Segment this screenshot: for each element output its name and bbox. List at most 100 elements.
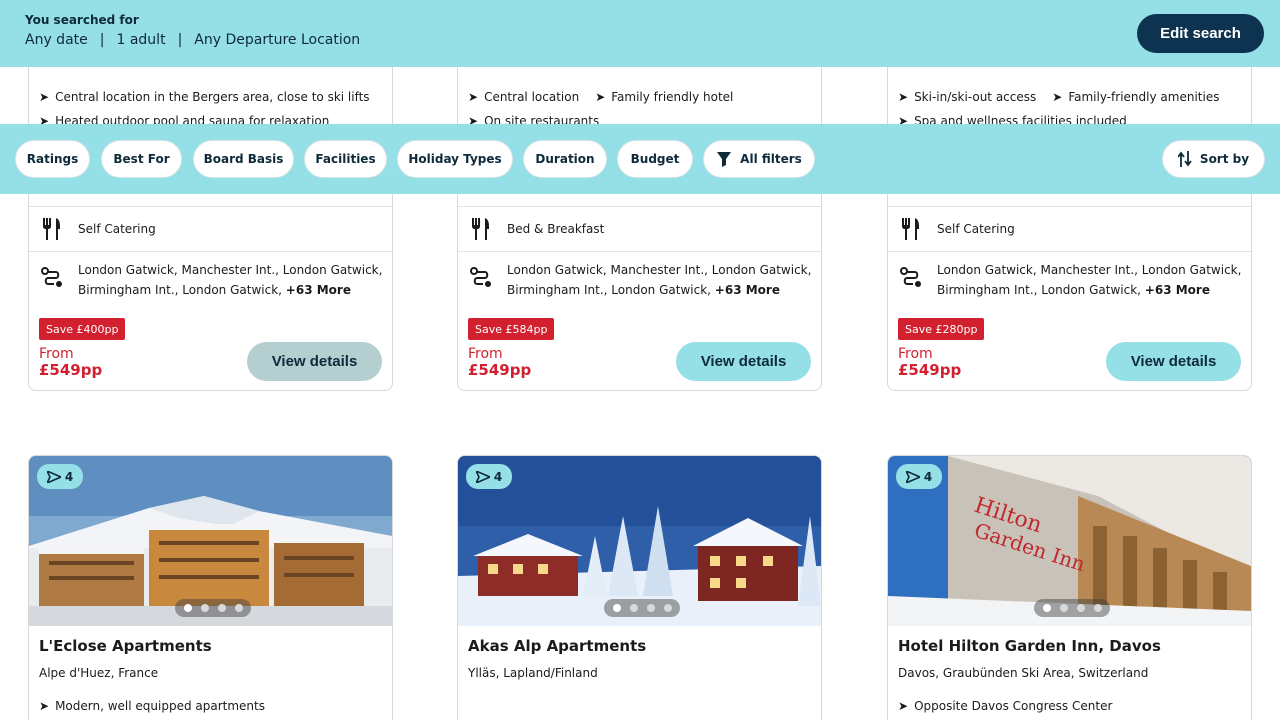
board-basis-row: Bed & Breakfast [458,206,821,251]
airports-text: London Gatwick, Manchester Int., London … [937,263,1242,277]
arrow-bullet-icon: ➤ [898,699,909,713]
hotel-photo[interactable]: 4 [458,456,821,626]
search-travellers: 1 adult [116,32,166,48]
carousel-dot[interactable] [1059,604,1068,612]
hotel-name[interactable]: L'Eclose Apartments [39,637,212,655]
board-basis-text: Bed & Breakfast [507,222,605,236]
board-basis-row: Self Catering [29,206,392,251]
filter-chip-duration[interactable]: Duration [523,140,607,178]
airports-text: London Gatwick, Manchester Int., London … [507,263,812,277]
view-details-button[interactable]: View details [676,342,811,381]
more-airports-link[interactable]: +63 More [715,283,780,297]
highlight-item: ➤ Opposite Davos Congress Center [898,699,1113,713]
highlight-item: ➤ Family friendly hotel [595,90,734,104]
carousel-dots[interactable] [175,599,251,617]
hotel-card: ➤ Ski-in/ski-out access ➤ Family-friendly … [887,40,1252,391]
save-badge: Save £280pp [898,318,985,340]
hotel-name[interactable]: Hotel Hilton Garden Inn, Davos [898,637,1161,655]
filter-chip-budget[interactable]: Budget [617,140,693,178]
filter-bar: Ratings Best For Board Basis Facilities … [0,124,1280,194]
filter-chip-facilities[interactable]: Facilities [304,140,387,178]
more-airports-link[interactable]: +63 More [1145,283,1210,297]
hotel-location: Ylläs, Lapland/Finland [468,666,598,680]
price-value: £549pp [468,361,532,379]
highlight-item: ➤ Family-friendly amenities [1052,90,1220,104]
highlight-item: ➤ Central location [468,90,580,104]
rating-badge: 4 [37,464,83,489]
funnel-icon [716,151,732,167]
sort-by-button[interactable]: Sort by [1162,140,1265,178]
price-value: £549pp [898,361,962,379]
arrow-bullet-icon: ➤ [39,90,50,104]
paper-plane-icon [46,470,61,483]
rating-badge: 4 [896,464,942,489]
separator: | [177,32,183,48]
carousel-dot[interactable] [646,604,655,612]
board-basis-text: Self Catering [78,222,156,236]
route-icon [899,266,925,295]
more-airports-link[interactable]: +63 More [286,283,351,297]
search-departure: Any Departure Location [194,32,361,48]
airports-row: London Gatwick, Manchester Int., London … [458,251,821,307]
paper-plane-icon [905,470,920,483]
price-value: £549pp [39,361,103,379]
board-basis-row: Self Catering [888,206,1251,251]
hotel-card[interactable]: Hilton Garden Inn 4 Hotel Hilton Garden … [887,455,1252,720]
carousel-dots[interactable] [1034,599,1110,617]
separator: | [99,32,105,48]
price-from-label: From [468,346,503,362]
carousel-dot[interactable] [612,604,621,612]
carousel-dot[interactable] [663,604,672,612]
price-from-label: From [39,346,74,362]
fork-knife-icon [899,217,921,244]
paper-plane-icon [475,470,490,483]
arrow-bullet-icon: ➤ [595,90,606,104]
route-icon [40,266,66,295]
carousel-dot[interactable] [217,604,226,612]
rating-badge: 4 [466,464,512,489]
highlight-item: ➤ Central location in the Bergers area, c… [39,90,370,104]
airports-text: London Gatwick, Manchester Int., London … [78,263,383,277]
carousel-dot[interactable] [183,604,192,612]
view-details-button[interactable]: View details [1106,342,1241,381]
hotel-name[interactable]: Akas Alp Apartments [468,637,646,655]
hotel-location: Alpe d'Huez, France [39,666,159,680]
hotel-card[interactable]: 4 L'Eclose Apartments Alpe d'Huez, Franc… [28,455,393,720]
carousel-dot[interactable] [1076,604,1085,612]
hotel-location: Davos, Graubünden Ski Area, Switzerland [898,666,1149,680]
arrow-bullet-icon: ➤ [468,90,479,104]
arrow-bullet-icon: ➤ [898,90,909,104]
save-badge: Save £584pp [468,318,555,340]
hotel-card: ➤ Central location in the Bergers area, c… [28,40,393,391]
edit-search-button[interactable]: Edit search [1137,14,1264,53]
airports-row: London Gatwick, Manchester Int., London … [29,251,392,307]
save-badge: Save £400pp [39,318,126,340]
filter-chip-best-for[interactable]: Best For [101,140,182,178]
filter-chip-holiday-types[interactable]: Holiday Types [397,140,513,178]
hotel-photo[interactable]: Hilton Garden Inn 4 [888,456,1251,626]
carousel-dots[interactable] [604,599,680,617]
carousel-dot[interactable] [1042,604,1051,612]
highlight-item: ➤ Ski-in/ski-out access [898,90,1037,104]
hotel-photo[interactable]: 4 [29,456,392,626]
search-summary-label: You searched for [25,13,139,27]
sort-arrows-icon [1177,151,1192,167]
filter-chip-board-basis[interactable]: Board Basis [193,140,294,178]
airports-row: London Gatwick, Manchester Int., London … [888,251,1251,307]
board-basis-text: Self Catering [937,222,1015,236]
highlight-item: ➤ Modern, well equipped apartments [39,699,265,713]
arrow-bullet-icon: ➤ [39,699,50,713]
hotel-card[interactable]: 4 Akas Alp Apartments Ylläs, Lapland/Fin… [457,455,822,720]
search-date: Any date [25,32,88,48]
carousel-dot[interactable] [1093,604,1102,612]
carousel-dot[interactable] [200,604,209,612]
filter-chip-ratings[interactable]: Ratings [15,140,90,178]
fork-knife-icon [40,217,62,244]
fork-knife-icon [469,217,491,244]
price-from-label: From [898,346,933,362]
carousel-dot[interactable] [629,604,638,612]
hotel-card: ➤ Central location ➤ Family friendly hotel… [457,40,822,391]
carousel-dot[interactable] [234,604,243,612]
view-details-button[interactable]: View details [247,342,382,381]
all-filters-button[interactable]: All filters [703,140,815,178]
